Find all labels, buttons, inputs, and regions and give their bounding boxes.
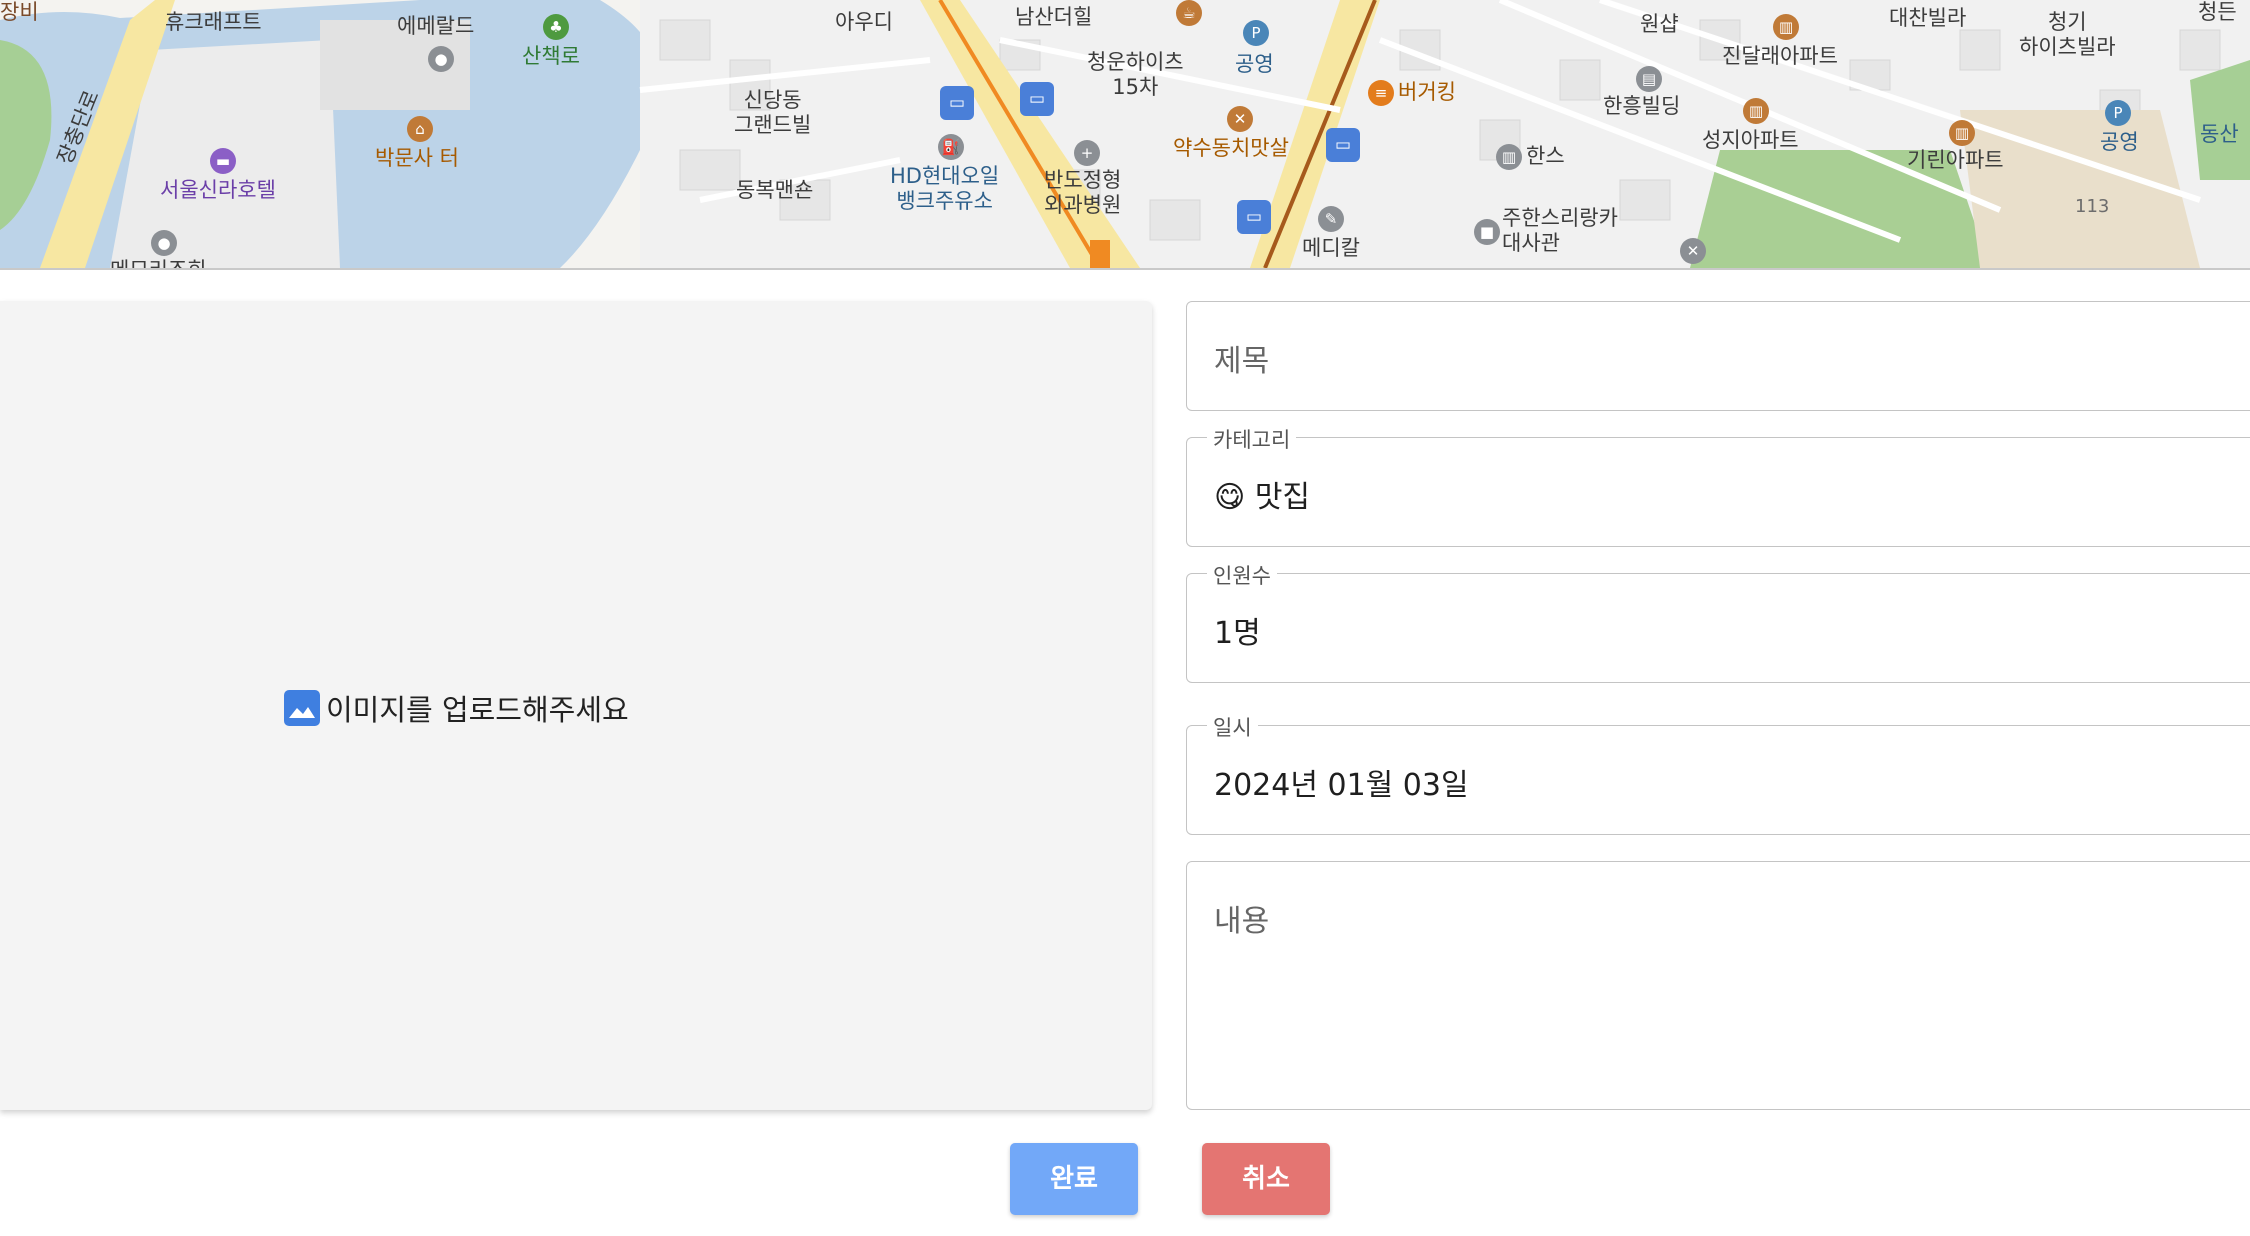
map-view[interactable]: 장비 휴크래프트 에메랄드 ● ♣ 산책로 아우디 남산더힐 ☕ P 공영 청운… (0, 0, 2250, 270)
image-upload-area[interactable]: 이미지를 업로드해주세요 (0, 301, 1152, 1110)
map-label-dongbok: 동복맨숀 (736, 178, 814, 202)
map-pin-seongji: ▥ (1743, 98, 1769, 124)
map-label-bando: 반도정형 외과병원 (1044, 168, 1122, 217)
map-label-dongsan: 동산 (2200, 122, 2239, 146)
category-label: 카테고리 (1207, 424, 1297, 454)
upload-prompt[interactable]: 이미지를 업로드해주세요 (284, 687, 629, 729)
map-label-memorial-cut: 메모리조회 (110, 258, 207, 270)
date-value: 2024년 01월 03일 (1214, 768, 1469, 803)
map-label-hanheung: 한흥빌딩 (1603, 94, 1681, 118)
image-icon (284, 690, 320, 726)
map-background (0, 0, 2250, 268)
content-textarea[interactable]: 내용 (1186, 861, 2250, 1110)
map-label-medical: 메디칼 (1302, 236, 1360, 260)
category-value: 😋 맛집 (1214, 472, 1310, 516)
cancel-button[interactable]: 취소 (1202, 1143, 1330, 1215)
bus-stop-icon[interactable]: ▭ (1326, 128, 1360, 162)
map-pin-embassy: ■ (1474, 219, 1500, 245)
map-pin-bando-hospital: + (1074, 140, 1100, 166)
map-pin-bakmunsa: ⌂ (407, 116, 433, 142)
date-label: 일시 (1207, 712, 1258, 742)
map-label-wonshop: 원샵 (1640, 12, 1679, 36)
map-pin-shilla-hotel: ▬ (210, 148, 236, 174)
map-pin-girin: ▥ (1949, 120, 1975, 146)
bus-stop-icon[interactable]: ▭ (1020, 82, 1054, 116)
category-select[interactable]: 카테고리 😋 맛집 (1186, 424, 2250, 547)
map-label-cheonggi: 청기 하이츠빌라 (2019, 10, 2116, 59)
map-pin-hansu: ▥ (1496, 144, 1522, 170)
bus-stop-icon[interactable]: ▭ (940, 86, 974, 120)
people-value: 1명 (1214, 616, 1261, 651)
map-label-emerald: 에메랄드 (397, 14, 475, 38)
map-pin-hd-oilbank: ⛽ (938, 134, 964, 160)
map-pin-walkway: ♣ (543, 14, 569, 40)
map-label-burger-king: 버거킹 (1398, 80, 1456, 104)
map-pin-tools: ✕ (1680, 238, 1706, 264)
map-label-hd-oilbank: HD현대오일 뱅크주유소 (890, 164, 1000, 213)
map-label-partial-right: 청든 (2198, 0, 2237, 24)
bus-stop-icon[interactable]: ▭ (1237, 200, 1271, 234)
map-label-namsan-the-hill: 남산더힐 (1015, 5, 1093, 29)
date-field[interactable]: 일시 2024년 01월 03일 (1186, 712, 2250, 835)
map-label-bakmunsa: 박문사 터 (375, 146, 459, 170)
map-label-parking-2: 공영 (2100, 130, 2139, 154)
title-field[interactable]: 제목 (1186, 301, 2250, 411)
map-label-sindangdong-grand: 신당동 그랜드빌 (734, 88, 812, 137)
title-placeholder: 제목 (1214, 344, 1270, 379)
category-emoji-icon: 😋 (1214, 480, 1246, 515)
map-label-parking-1: 공영 (1235, 52, 1274, 76)
map-pin-hanheung: ▤ (1636, 66, 1662, 92)
map-label-girin: 기린아파트 (1907, 148, 2004, 172)
map-pin-yaksu: ✕ (1227, 106, 1253, 132)
category-text: 맛집 (1254, 480, 1311, 515)
map-label-walkway: 산책로 (522, 44, 580, 68)
map-label-113: 113 (2075, 196, 2110, 217)
map-label-embassy: 주한스리랑카 대사관 (1502, 206, 1618, 255)
map-pin-medical: ✎ (1318, 206, 1344, 232)
upload-message: 이미지를 업로드해주세요 (326, 693, 629, 727)
map-pin-emerald: ● (428, 46, 454, 72)
map-label-seongji: 성지아파트 (1702, 128, 1799, 152)
map-label-yaksu: 약수동치맛살 (1173, 136, 1289, 160)
complete-button[interactable]: 완료 (1010, 1143, 1138, 1215)
map-label-auudi: 아우디 (835, 10, 893, 34)
map-pin-cafe: ☕ (1176, 0, 1202, 26)
content-placeholder: 내용 (1214, 904, 1270, 939)
map-pin-parking-2: P (2105, 100, 2131, 126)
map-label-shilla-hotel: 서울신라호텔 (160, 178, 276, 202)
map-label-jindallae: 진달래아파트 (1722, 44, 1838, 68)
map-pin-jindallae: ▥ (1773, 14, 1799, 40)
people-label: 인원수 (1207, 560, 1277, 590)
map-label-cheongun-heights: 청운하이츠 15차 (1087, 50, 1184, 99)
map-pin-parking-1: P (1243, 20, 1269, 46)
people-count-select[interactable]: 인원수 1명 (1186, 560, 2250, 683)
map-label-hansu: 한스 (1526, 144, 1565, 168)
map-label-partial-left: 장비 (0, 0, 39, 24)
map-label-daechan: 대찬빌라 (1889, 6, 1967, 30)
map-pin-memorial: ● (151, 230, 177, 256)
map-pin-burger-king: ≡ (1368, 80, 1394, 106)
map-label-hyucraft: 휴크래프트 (165, 10, 262, 34)
